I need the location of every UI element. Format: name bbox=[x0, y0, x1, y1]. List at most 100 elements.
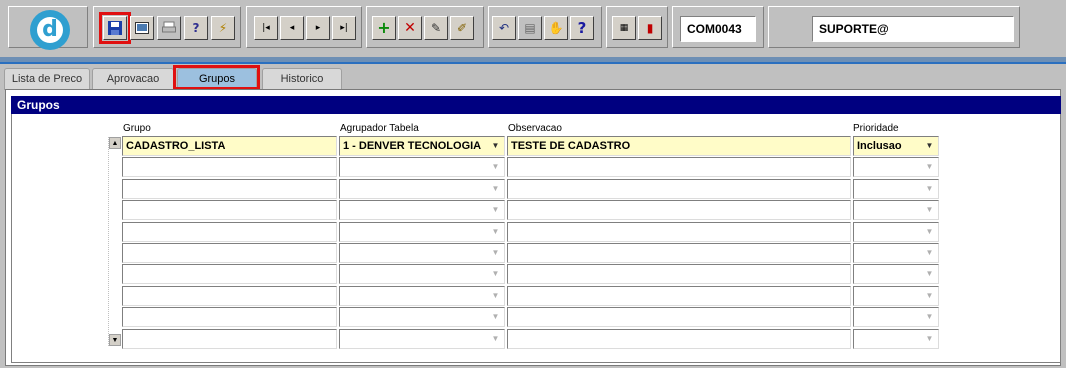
tab-bar: Lista de Preco Aprovacao Grupos Historic… bbox=[0, 62, 1066, 90]
execute-button[interactable]: ⚡ bbox=[211, 16, 235, 40]
grupo-field[interactable] bbox=[122, 264, 337, 284]
observacao-field[interactable] bbox=[507, 179, 851, 199]
insert-record-button[interactable]: + bbox=[372, 16, 396, 40]
agrupador-tabela-select[interactable]: ▼ bbox=[339, 200, 505, 220]
agrupador-tabela-select[interactable]: ▼ bbox=[339, 179, 505, 199]
observacao-field[interactable] bbox=[507, 329, 851, 349]
dropdown-arrow-icon[interactable]: ▼ bbox=[922, 331, 937, 347]
prioridade-select[interactable]: ▼ bbox=[853, 179, 939, 199]
observacao-field[interactable] bbox=[507, 264, 851, 284]
undo-button[interactable]: ↶ bbox=[492, 16, 516, 40]
last-record-button[interactable]: ▸| bbox=[332, 16, 356, 40]
menu-button[interactable]: ▦ bbox=[612, 16, 636, 40]
tab-aprovacao[interactable]: Aprovacao bbox=[92, 68, 174, 90]
previous-record-icon: ◂ bbox=[289, 22, 295, 33]
grupo-field[interactable] bbox=[122, 307, 337, 327]
header-observacao: Observacao bbox=[508, 123, 562, 134]
next-record-button[interactable]: ▸ bbox=[306, 16, 330, 40]
window-button[interactable] bbox=[130, 16, 154, 40]
grupo-field[interactable] bbox=[122, 286, 337, 306]
app-logo: d bbox=[30, 10, 70, 50]
grupo-field[interactable] bbox=[122, 243, 337, 263]
agrupador-tabela-select[interactable]: ▼ bbox=[339, 222, 505, 242]
exit-button[interactable]: ▮ bbox=[638, 16, 662, 40]
grupo-field[interactable] bbox=[122, 222, 337, 242]
observacao-field[interactable]: TESTE DE CADASTRO bbox=[507, 136, 851, 156]
observacao-field[interactable] bbox=[507, 157, 851, 177]
dropdown-arrow-icon[interactable]: ▼ bbox=[488, 309, 503, 325]
dropdown-arrow-icon[interactable]: ▼ bbox=[922, 159, 937, 175]
dropdown-arrow-icon[interactable]: ▼ bbox=[488, 224, 503, 240]
previous-record-button[interactable]: ◂ bbox=[280, 16, 304, 40]
grupo-field[interactable] bbox=[122, 157, 337, 177]
dropdown-arrow-icon[interactable]: ▼ bbox=[488, 288, 503, 304]
dropdown-arrow-icon[interactable]: ▼ bbox=[488, 266, 503, 282]
grupo-field[interactable] bbox=[122, 200, 337, 220]
grupo-field-value: CADASTRO_LISTA bbox=[126, 140, 226, 152]
tools-icon: ✋ bbox=[548, 21, 564, 35]
prioridade-select[interactable]: Inclusao ▼ bbox=[853, 136, 939, 156]
edit-icon: ✎ bbox=[430, 21, 442, 35]
edit-button[interactable]: ✎ bbox=[424, 16, 448, 40]
clear-button[interactable]: ✐ bbox=[450, 16, 474, 40]
prioridade-select[interactable]: ▼ bbox=[853, 157, 939, 177]
dropdown-arrow-icon[interactable]: ▼ bbox=[488, 159, 503, 175]
agrupador-tabela-select[interactable]: ▼ bbox=[339, 264, 505, 284]
dropdown-arrow-icon[interactable]: ▼ bbox=[488, 331, 503, 347]
tab-historico[interactable]: Historico bbox=[262, 68, 342, 90]
execute-icon: ⚡ bbox=[218, 21, 228, 35]
dropdown-arrow-icon[interactable]: ▼ bbox=[922, 309, 937, 325]
header-agrupador-tabela: Agrupador Tabela bbox=[340, 123, 419, 134]
prioridade-select[interactable]: ▼ bbox=[853, 243, 939, 263]
prioridade-select[interactable]: ▼ bbox=[853, 329, 939, 349]
delete-record-button[interactable]: ✕ bbox=[398, 16, 422, 40]
dropdown-arrow-icon[interactable]: ▼ bbox=[922, 138, 937, 154]
prioridade-select[interactable]: ▼ bbox=[853, 200, 939, 220]
dropdown-arrow-icon[interactable]: ▼ bbox=[922, 181, 937, 197]
prioridade-select[interactable]: ▼ bbox=[853, 286, 939, 306]
record-code-field: COM0043 bbox=[680, 16, 756, 42]
grupo-field[interactable] bbox=[122, 329, 337, 349]
tab-lista-de-preco[interactable]: Lista de Preco bbox=[4, 68, 90, 90]
dropdown-arrow-icon[interactable]: ▼ bbox=[488, 202, 503, 218]
agrupador-tabela-select[interactable]: ▼ bbox=[339, 307, 505, 327]
dropdown-arrow-icon[interactable]: ▼ bbox=[488, 245, 503, 261]
grupo-field[interactable] bbox=[122, 179, 337, 199]
agrupador-tabela-select[interactable]: ▼ bbox=[339, 243, 505, 263]
agrupador-tabela-select[interactable]: ▼ bbox=[339, 329, 505, 349]
agrupador-tabela-select[interactable]: ▼ bbox=[339, 157, 505, 177]
observacao-field[interactable] bbox=[507, 307, 851, 327]
agrupador-tabela-select[interactable]: 1 - DENVER TECNOLOGIA ▼ bbox=[339, 136, 505, 156]
observacao-field[interactable] bbox=[507, 222, 851, 242]
dropdown-arrow-icon[interactable]: ▼ bbox=[922, 224, 937, 240]
save-button[interactable] bbox=[99, 12, 131, 44]
prioridade-select[interactable]: ▼ bbox=[853, 222, 939, 242]
logo-letter: d bbox=[37, 17, 63, 43]
agrupador-tabela-select[interactable]: ▼ bbox=[339, 286, 505, 306]
header-grupo: Grupo bbox=[123, 123, 151, 134]
agrupador-tabela-select-value: 1 - DENVER TECNOLOGIA bbox=[343, 140, 482, 152]
scroll-down-button[interactable]: ▼ bbox=[109, 334, 121, 346]
dropdown-arrow-icon[interactable]: ▼ bbox=[922, 245, 937, 261]
clipboard-button[interactable]: ▤ bbox=[518, 16, 542, 40]
prioridade-select[interactable]: ▼ bbox=[853, 264, 939, 284]
print-button[interactable] bbox=[157, 16, 181, 40]
arrow-down-icon: ▼ bbox=[111, 336, 119, 344]
first-record-button[interactable]: |◂ bbox=[254, 16, 278, 40]
dropdown-arrow-icon[interactable]: ▼ bbox=[488, 181, 503, 197]
scroll-up-button[interactable]: ▲ bbox=[109, 137, 121, 149]
prioridade-select[interactable]: ▼ bbox=[853, 307, 939, 327]
observacao-field[interactable] bbox=[507, 243, 851, 263]
record-scrollbar[interactable]: ▲ ▼ bbox=[108, 137, 121, 346]
help-button[interactable]: ? bbox=[570, 16, 594, 40]
dropdown-arrow-icon[interactable]: ▼ bbox=[922, 288, 937, 304]
dropdown-arrow-icon[interactable]: ▼ bbox=[922, 266, 937, 282]
dropdown-arrow-icon[interactable]: ▼ bbox=[922, 202, 937, 218]
observacao-field[interactable] bbox=[507, 200, 851, 220]
observacao-field[interactable] bbox=[507, 286, 851, 306]
grupo-field[interactable]: CADASTRO_LISTA bbox=[122, 136, 337, 156]
tools-button[interactable]: ✋ bbox=[544, 16, 568, 40]
prioridade-select-value: Inclusao bbox=[857, 140, 902, 152]
dropdown-arrow-icon[interactable]: ▼ bbox=[488, 138, 503, 154]
query-button[interactable]: ? bbox=[184, 16, 208, 40]
